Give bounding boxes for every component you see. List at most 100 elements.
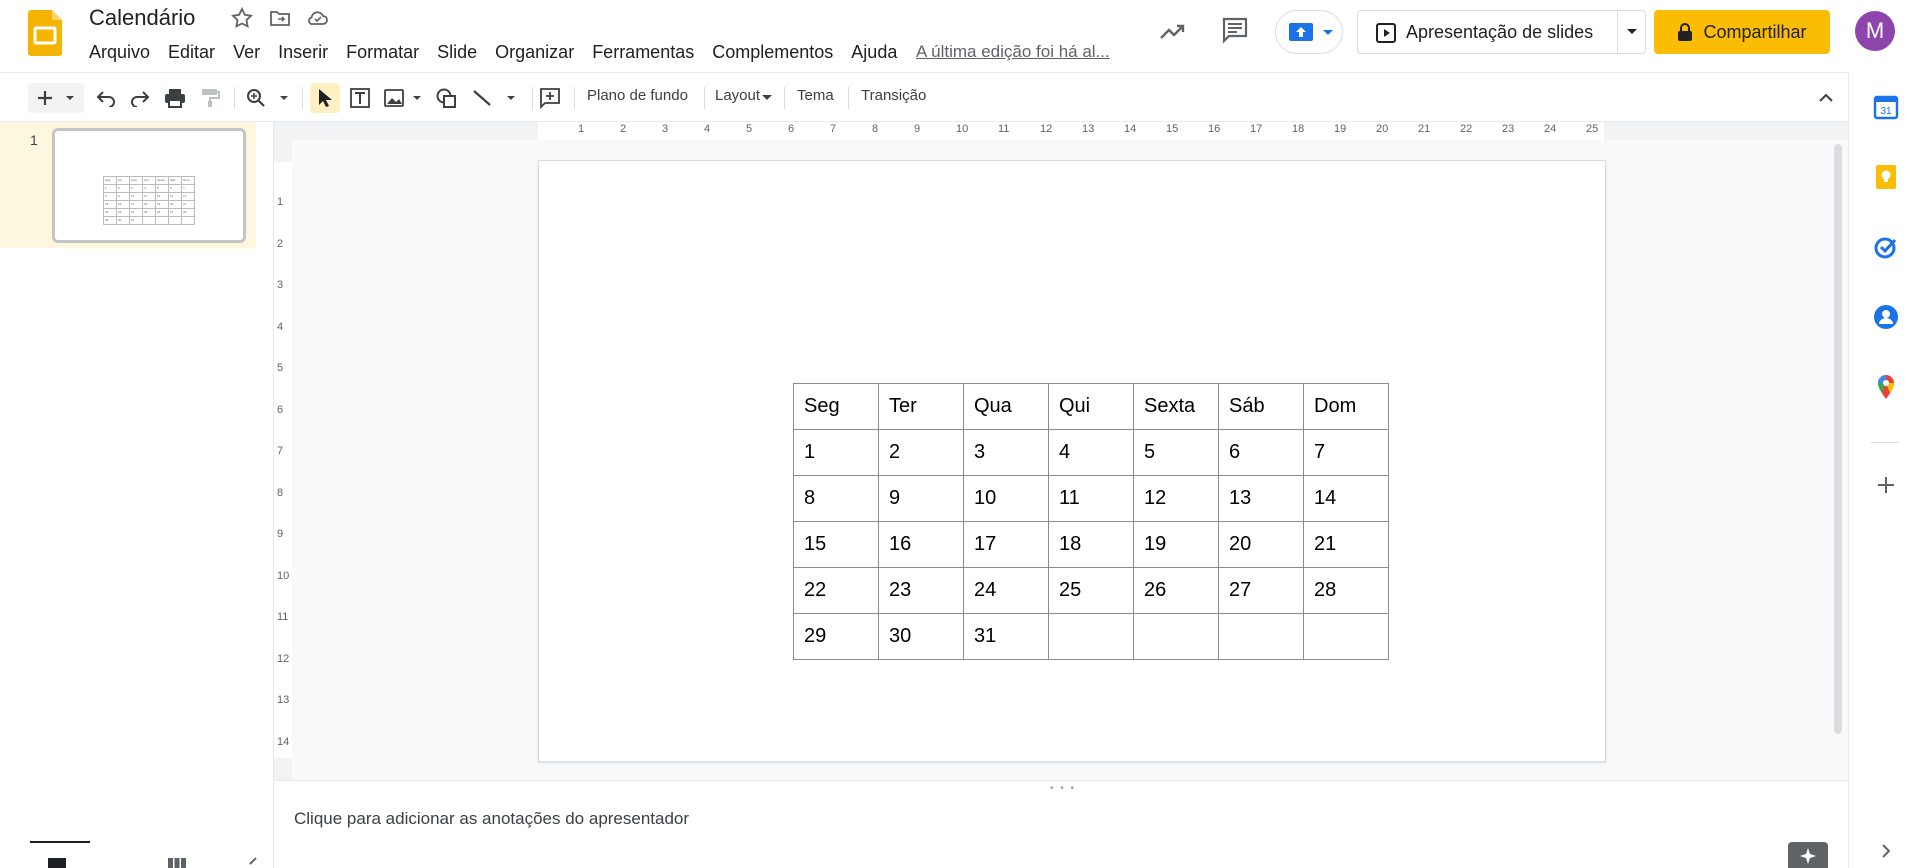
calendar-date-cell[interactable]: 16 bbox=[878, 521, 964, 568]
calendar-date-cell[interactable]: 20 bbox=[1218, 521, 1304, 568]
speaker-notes-panel[interactable]: • • • Clique para adicionar as anotações… bbox=[274, 780, 1848, 868]
notes-resize-handle[interactable]: • • • bbox=[1050, 783, 1076, 794]
undo-button[interactable] bbox=[92, 83, 120, 113]
menu-organizar[interactable]: Organizar bbox=[486, 40, 583, 65]
calendar-date-cell[interactable]: 24 bbox=[963, 567, 1049, 614]
star-icon[interactable] bbox=[230, 6, 254, 30]
calendar-date-cell[interactable]: 2 bbox=[878, 429, 964, 476]
calendar-date-cell[interactable]: 26 bbox=[1133, 567, 1219, 614]
calendar-date-cell[interactable]: 9 bbox=[878, 475, 964, 522]
chevron-right-icon[interactable] bbox=[1877, 842, 1895, 860]
keep-notes-icon[interactable] bbox=[1873, 164, 1899, 190]
layout-button[interactable]: Layout bbox=[715, 87, 760, 104]
slide-1[interactable]: Seg Ter Qua Qui Sexta Sáb Dom 1 2 3 4 5 6 7 8 9 10 11 12 13… bbox=[538, 160, 1606, 762]
calendar-date-cell[interactable]: 19 bbox=[1133, 521, 1219, 568]
calendar-date-cell[interactable] bbox=[1218, 613, 1304, 660]
paint-format-button[interactable] bbox=[196, 83, 224, 113]
zoom-button[interactable] bbox=[244, 83, 294, 113]
calendar-day-header[interactable]: Qua bbox=[963, 383, 1049, 430]
cloud-saved-icon[interactable] bbox=[306, 6, 330, 30]
calendar-date-cell[interactable]: 25 bbox=[1048, 567, 1134, 614]
menu-ajuda[interactable]: Ajuda bbox=[842, 40, 906, 65]
calendar-date-cell[interactable]: 3 bbox=[963, 429, 1049, 476]
calendar-date-cell[interactable]: 23 bbox=[878, 567, 964, 614]
calendar-date-cell[interactable]: 22 bbox=[793, 567, 879, 614]
calendar-day-header[interactable]: Seg bbox=[793, 383, 879, 430]
menu-formatar[interactable]: Formatar bbox=[337, 40, 428, 65]
calendar-date-cell[interactable]: 12 bbox=[1133, 475, 1219, 522]
calendar-date-cell[interactable] bbox=[1133, 613, 1219, 660]
slide-thumbnail[interactable]: Seg Ter Qua Qui Sexta Sáb Dom 1 2 3 4 5 6 7 8 9 10 11 12 13… bbox=[52, 128, 246, 243]
document-title[interactable]: Calendário bbox=[89, 5, 195, 31]
calendar-day-header[interactable]: Qui bbox=[1048, 383, 1134, 430]
calendar-date-cell[interactable] bbox=[1303, 613, 1389, 660]
speaker-notes-placeholder[interactable]: Clique para adicionar as anotações do ap… bbox=[294, 809, 689, 829]
calendar-date-cell[interactable]: 4 bbox=[1048, 429, 1134, 476]
filmstrip-view-icon[interactable] bbox=[48, 854, 66, 868]
vertical-ruler[interactable]: 1 2 3 4 5 6 7 8 9 10 11 12 13 14 bbox=[274, 140, 292, 780]
calendar-day-header[interactable]: Dom bbox=[1303, 383, 1389, 430]
calendar-date-cell[interactable]: 6 bbox=[1218, 429, 1304, 476]
calendar-date-cell[interactable]: 10 bbox=[963, 475, 1049, 522]
calendar-day-header[interactable]: Sexta bbox=[1133, 383, 1219, 430]
calendar-date-cell[interactable]: 27 bbox=[1218, 567, 1304, 614]
calendar-date-cell[interactable]: 17 bbox=[963, 521, 1049, 568]
line-button[interactable] bbox=[470, 83, 520, 113]
meet-present-button[interactable] bbox=[1275, 10, 1343, 54]
calendar-date-cell[interactable]: 21 bbox=[1303, 521, 1389, 568]
calendar-date-cell[interactable]: 11 bbox=[1048, 475, 1134, 522]
collapse-filmstrip-icon[interactable] bbox=[246, 854, 258, 868]
calendar-date-cell[interactable]: 28 bbox=[1303, 567, 1389, 614]
calendar-date-cell[interactable]: 29 bbox=[793, 613, 879, 660]
tasks-icon[interactable] bbox=[1873, 234, 1899, 260]
add-addon-icon[interactable] bbox=[1873, 472, 1899, 498]
explore-button[interactable] bbox=[1788, 842, 1828, 868]
calendar-date-cell[interactable]: 13 bbox=[1218, 475, 1304, 522]
calendar-date-cell[interactable]: 15 bbox=[793, 521, 879, 568]
filmstrip-selected-slide[interactable]: 1 Seg Ter Qua Qui Sexta Sáb Dom 1 2 3 4 5 6 7 8 9 10 11 12… bbox=[0, 122, 256, 248]
transition-button[interactable]: Transição bbox=[861, 87, 926, 104]
canvas-vertical-scrollbar[interactable] bbox=[1834, 144, 1842, 734]
calendar-day-header[interactable]: Sáb bbox=[1218, 383, 1304, 430]
select-tool-button[interactable] bbox=[310, 83, 340, 113]
calendar-day-header[interactable]: Ter bbox=[878, 383, 964, 430]
present-dropdown[interactable] bbox=[1617, 11, 1645, 53]
print-button[interactable] bbox=[161, 83, 189, 113]
calendar-date-cell[interactable]: 1 bbox=[793, 429, 879, 476]
menu-editar[interactable]: Editar bbox=[159, 40, 224, 65]
present-slides-button[interactable]: Apresentação de slides bbox=[1357, 10, 1646, 54]
insert-image-button[interactable] bbox=[382, 83, 426, 113]
horizontal-ruler[interactable]: 1 2 3 4 5 6 7 8 9 10 11 12 13 14 15 16 17 18 19 20 21 22 23 24 2… bbox=[274, 122, 1848, 140]
calendar-date-cell[interactable]: 30 bbox=[878, 613, 964, 660]
menu-inserir[interactable]: Inserir bbox=[269, 40, 337, 65]
menu-ferramentas[interactable]: Ferramentas bbox=[583, 40, 703, 65]
calendar-date-cell[interactable]: 31 bbox=[963, 613, 1049, 660]
menu-slide[interactable]: Slide bbox=[428, 40, 486, 65]
activity-trend-icon[interactable] bbox=[1157, 16, 1187, 46]
calendar-date-cell[interactable]: 18 bbox=[1048, 521, 1134, 568]
slides-logo-icon[interactable] bbox=[28, 10, 62, 56]
contacts-icon[interactable] bbox=[1873, 304, 1899, 330]
calendar-date-cell[interactable]: 8 bbox=[793, 475, 879, 522]
move-folder-icon[interactable] bbox=[268, 6, 292, 30]
slide-editor-canvas[interactable]: Seg Ter Qua Qui Sexta Sáb Dom 1 2 3 4 5 6 7 8 9 10 11 12 13… bbox=[292, 140, 1848, 780]
add-comment-button[interactable] bbox=[536, 83, 564, 113]
calendar-date-cell[interactable]: 5 bbox=[1133, 429, 1219, 476]
shape-button[interactable] bbox=[432, 83, 460, 113]
collapse-toolbar-button[interactable] bbox=[1812, 83, 1840, 113]
new-slide-button[interactable] bbox=[28, 83, 84, 113]
calendar-app-icon[interactable]: 31 bbox=[1873, 94, 1899, 120]
grid-view-icon[interactable] bbox=[168, 854, 186, 868]
calendar-date-cell[interactable]: 14 bbox=[1303, 475, 1389, 522]
share-button[interactable]: Compartilhar bbox=[1654, 10, 1830, 54]
menu-ver[interactable]: Ver bbox=[224, 40, 269, 65]
account-avatar[interactable]: M bbox=[1855, 11, 1895, 51]
background-button[interactable]: Plano de fundo bbox=[587, 87, 688, 104]
last-edit-link[interactable]: A última edição foi há al... bbox=[916, 42, 1110, 62]
menu-arquivo[interactable]: Arquivo bbox=[80, 40, 159, 65]
menu-complementos[interactable]: Complementos bbox=[703, 40, 842, 65]
calendar-date-cell[interactable]: 7 bbox=[1303, 429, 1389, 476]
calendar-table[interactable]: Seg Ter Qua Qui Sexta Sáb Dom 1 2 3 4 5 6 7 8 9 10 11 12 13… bbox=[793, 383, 1389, 660]
redo-button[interactable] bbox=[126, 83, 154, 113]
text-box-button[interactable] bbox=[346, 83, 374, 113]
